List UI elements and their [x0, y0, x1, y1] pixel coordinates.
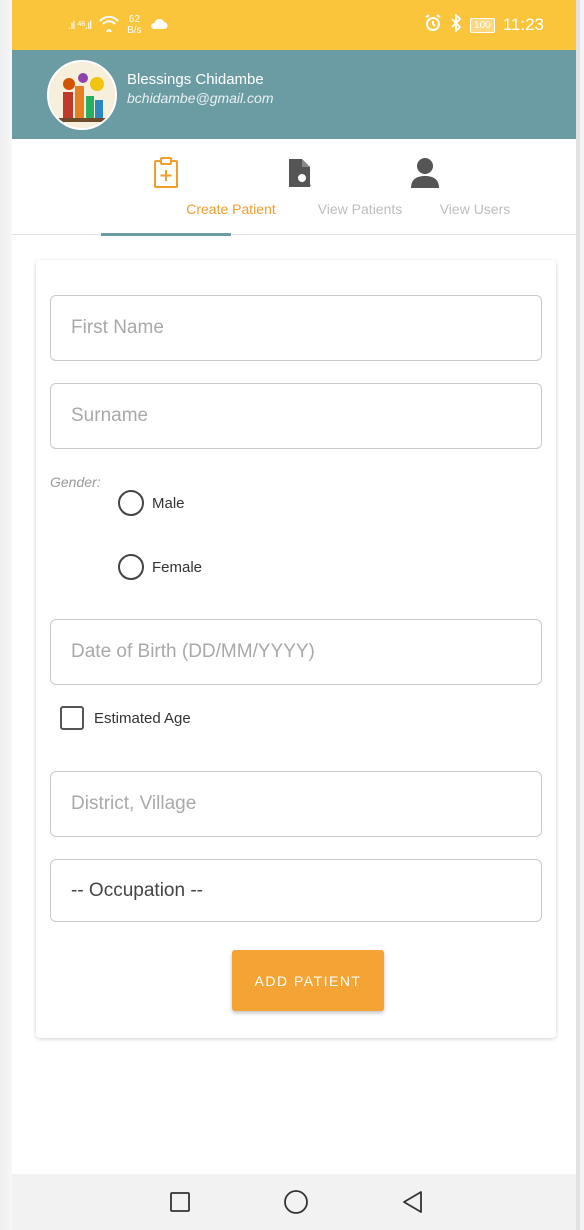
left-edge [0, 0, 12, 1230]
avatar[interactable] [47, 59, 117, 130]
gender-option-female[interactable]: Female [118, 554, 202, 580]
network-speed-unit: B/s [127, 25, 142, 36]
tab-create-patient[interactable]: Create Patient [101, 139, 276, 236]
system-nav-bar [12, 1174, 580, 1230]
alarm-icon [424, 13, 442, 37]
gender-label: Gender: [50, 474, 101, 490]
avatar-illustration-icon [49, 61, 115, 128]
tab-view-users[interactable]: View Users [375, 139, 510, 235]
file-search-icon [287, 157, 313, 194]
estimated-age-label: Estimated Age [94, 709, 191, 727]
signal-icon: .ıl ⁴⁶.ıl [68, 18, 92, 32]
gender-option-male[interactable]: Male [118, 490, 185, 516]
estimated-age-option[interactable]: Estimated Age [60, 706, 191, 730]
user-name: Blessings Chidambe [127, 71, 264, 88]
first-name-input[interactable] [71, 317, 541, 339]
network-speed-value: 62 [128, 14, 140, 25]
status-left: .ıl ⁴⁶.ıl 62 B/s [68, 14, 168, 36]
first-name-field[interactable] [50, 295, 542, 361]
date-of-birth-input[interactable] [71, 641, 541, 663]
status-bar: .ıl ⁴⁶.ıl 62 B/s 100 11:23 [12, 0, 580, 50]
battery-icon: 100 [470, 17, 495, 33]
date-of-birth-field[interactable] [50, 619, 542, 685]
gender-option-label: Male [152, 494, 185, 512]
clipboard-plus-icon [152, 157, 180, 194]
user-info: Blessings Chidambe bchidambe@gmail.com [127, 71, 274, 106]
tab-bar: Create Patient View Patients View Users [12, 139, 580, 236]
surname-field[interactable] [50, 383, 542, 449]
gender-option-label: Female [152, 558, 203, 576]
tab-label: View Users [439, 201, 511, 217]
active-tab-indicator [101, 233, 231, 236]
user-header: Blessings Chidambe bchidambe@gmail.com [12, 50, 580, 139]
district-village-field[interactable] [50, 771, 542, 837]
right-edge [576, 0, 580, 1230]
wifi-icon [99, 15, 119, 35]
tab-view-patients[interactable]: View Patients [240, 139, 402, 235]
estimated-age-checkbox[interactable] [60, 706, 84, 730]
app-frame: .ıl ⁴⁶.ıl 62 B/s 100 11:23 Blessings Chi… [12, 0, 580, 1230]
district-village-input[interactable] [71, 793, 541, 815]
person-icon [410, 157, 440, 194]
bluetooth-icon [450, 12, 462, 37]
home-icon[interactable] [281, 1187, 311, 1217]
occupation-select[interactable]: -- Occupation -- [50, 859, 542, 922]
network-speed: 62 B/s [127, 14, 141, 36]
add-patient-button[interactable]: ADD PATIENT [232, 950, 384, 1011]
radio-button[interactable] [118, 490, 144, 516]
user-email: bchidambe@gmail.com [127, 90, 274, 106]
recent-apps-icon[interactable] [165, 1187, 195, 1217]
radio-button[interactable] [118, 554, 144, 580]
occupation-selected-value: -- Occupation -- [71, 879, 203, 901]
cloud-icon [150, 17, 168, 34]
status-right: 100 11:23 [424, 12, 544, 37]
back-icon[interactable] [397, 1187, 427, 1217]
clock: 11:23 [502, 15, 544, 34]
surname-input[interactable] [71, 405, 541, 427]
create-patient-form: Gender: Male Female Estimated Age -- Occ… [36, 260, 556, 1038]
